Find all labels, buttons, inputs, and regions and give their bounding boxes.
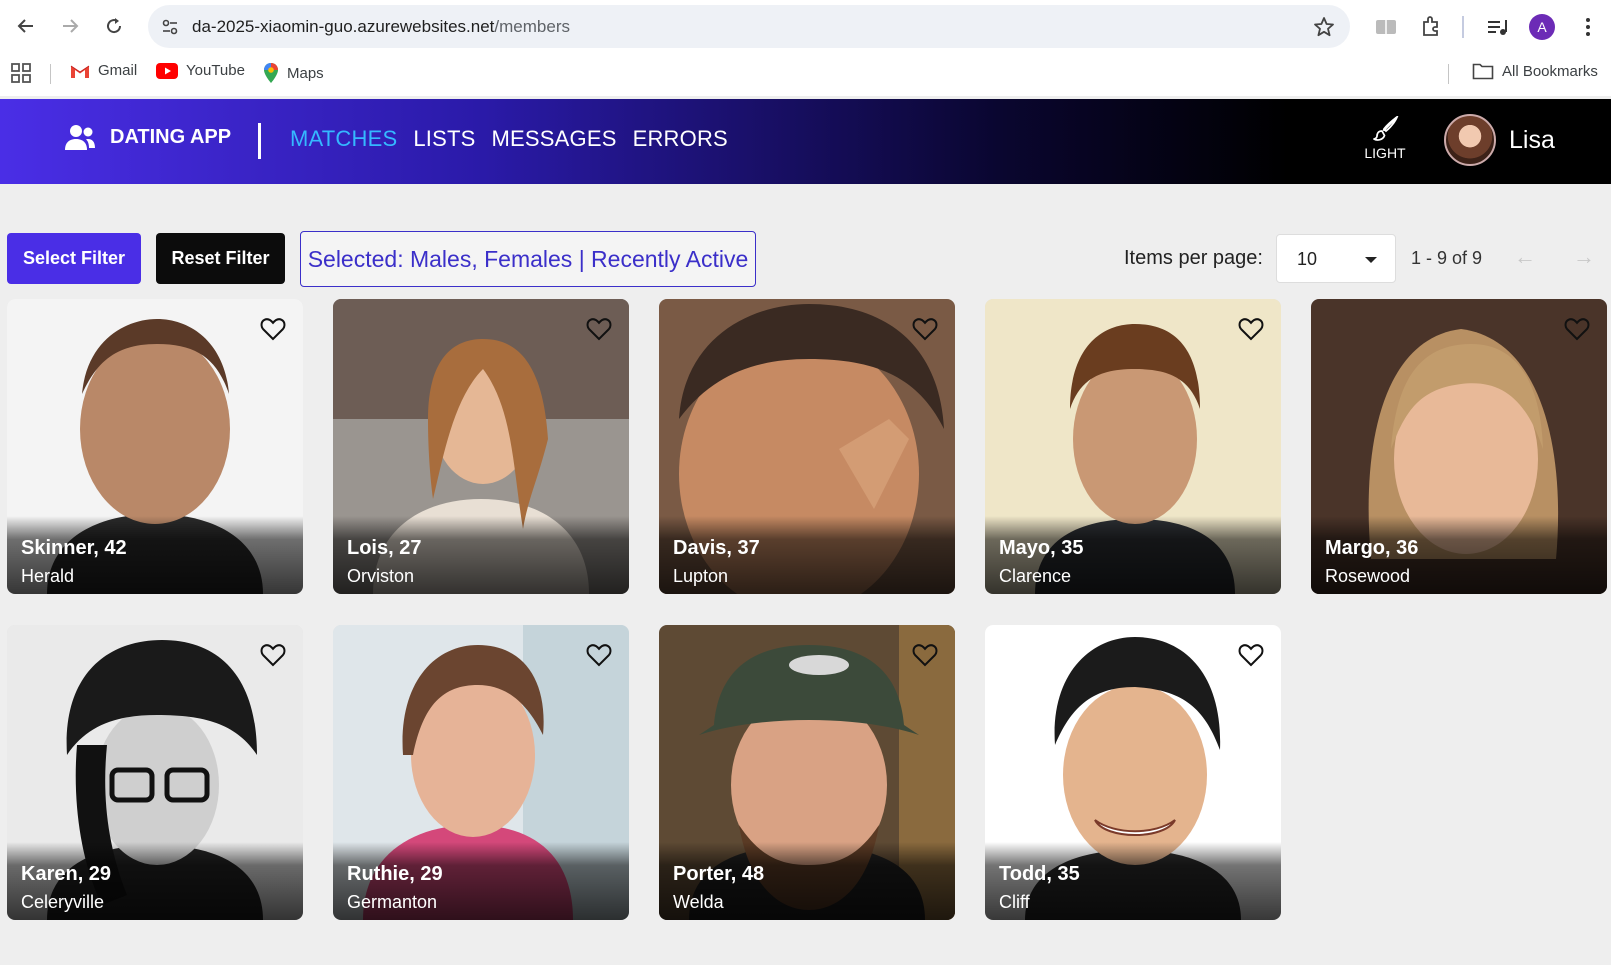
browser-chrome: da-2025-xiaomin-guo.azurewebsites.net/me… bbox=[0, 0, 1611, 96]
user-name[interactable]: Lisa bbox=[1509, 126, 1555, 155]
heart-icon[interactable] bbox=[911, 315, 939, 343]
theme-label: LIGHT bbox=[1364, 145, 1406, 161]
heart-icon[interactable] bbox=[1237, 315, 1265, 343]
profile-avatar[interactable]: A bbox=[1529, 14, 1555, 40]
paintbrush-icon bbox=[1373, 116, 1399, 141]
url-host: da-2025-xiaomin-guo.azurewebsites.net bbox=[192, 17, 495, 36]
more-menu-icon[interactable] bbox=[1575, 14, 1601, 40]
toolbar-divider bbox=[1462, 16, 1464, 38]
member-card[interactable]: Davis, 37 Lupton bbox=[659, 299, 955, 594]
bookmark-maps[interactable]: Maps bbox=[263, 62, 324, 84]
member-city: Celeryville bbox=[21, 892, 105, 912]
select-filter-button[interactable]: Select Filter bbox=[7, 233, 141, 284]
member-city: Lupton bbox=[673, 566, 729, 586]
main-nav: MATCHES LISTS MESSAGES ERRORS bbox=[290, 126, 728, 152]
selected-filter-summary: Selected: Males, Females | Recently Acti… bbox=[300, 231, 756, 287]
all-bookmarks-label: All Bookmarks bbox=[1502, 62, 1598, 80]
brand-link[interactable]: DATING APP bbox=[64, 123, 231, 151]
media-control-icon[interactable] bbox=[1484, 14, 1510, 40]
caret-down-icon bbox=[1365, 257, 1377, 263]
gmail-icon bbox=[70, 65, 90, 78]
bookmark-star-icon[interactable] bbox=[1312, 15, 1336, 39]
member-card[interactable]: Porter, 48 Welda bbox=[659, 625, 955, 920]
member-card[interactable]: Karen, 29 Celeryville bbox=[7, 625, 303, 920]
brand-divider bbox=[258, 123, 261, 159]
site-info-icon[interactable] bbox=[160, 17, 180, 37]
nav-errors[interactable]: ERRORS bbox=[633, 126, 728, 152]
heart-icon[interactable] bbox=[1563, 315, 1591, 343]
reload-icon[interactable] bbox=[98, 10, 130, 42]
bookmarks-divider bbox=[50, 64, 51, 84]
bookmark-label: Gmail bbox=[98, 62, 138, 79]
nav-matches[interactable]: MATCHES bbox=[290, 126, 397, 152]
member-name: Margo, 36 bbox=[1325, 537, 1419, 559]
forward-icon[interactable] bbox=[54, 10, 86, 42]
all-bookmarks[interactable]: All Bookmarks bbox=[1472, 62, 1598, 80]
app-navbar: DATING APP MATCHES LISTS MESSAGES ERRORS… bbox=[0, 99, 1611, 184]
theme-toggle-button[interactable]: LIGHT bbox=[1360, 116, 1410, 161]
next-page-button[interactable]: → bbox=[1573, 244, 1595, 270]
member-name: Karen, 29 bbox=[21, 863, 112, 885]
member-name: Lois, 27 bbox=[347, 537, 422, 559]
folder-icon bbox=[1472, 63, 1494, 80]
member-city: Cliff bbox=[999, 892, 1030, 912]
address-bar[interactable]: da-2025-xiaomin-guo.azurewebsites.net/me… bbox=[148, 5, 1350, 48]
youtube-icon bbox=[156, 62, 178, 79]
member-city: Welda bbox=[673, 892, 724, 912]
bookmarks-bar: Gmail YouTube Maps All Bookmarks bbox=[0, 52, 1611, 94]
member-name: Todd, 35 bbox=[999, 863, 1080, 885]
member-name: Davis, 37 bbox=[673, 537, 760, 559]
reset-filter-button[interactable]: Reset Filter bbox=[156, 233, 285, 284]
member-name: Mayo, 35 bbox=[999, 537, 1084, 559]
heart-icon[interactable] bbox=[259, 641, 287, 669]
prev-page-button[interactable]: ← bbox=[1514, 244, 1536, 270]
member-city: Clarence bbox=[999, 566, 1072, 586]
extensions-icon[interactable] bbox=[1418, 14, 1444, 40]
reading-mode-icon[interactable] bbox=[1373, 14, 1399, 40]
maps-icon bbox=[264, 63, 278, 83]
bookmark-youtube[interactable]: YouTube bbox=[156, 62, 245, 79]
member-card[interactable]: Margo, 36 Rosewood bbox=[1311, 299, 1607, 594]
heart-icon[interactable] bbox=[585, 315, 613, 343]
heart-icon[interactable] bbox=[911, 641, 939, 669]
member-city: Orviston bbox=[347, 566, 415, 586]
nav-lists[interactable]: LISTS bbox=[413, 126, 475, 152]
heart-icon[interactable] bbox=[585, 641, 613, 669]
member-card[interactable]: Lois, 27 Orviston bbox=[333, 299, 629, 594]
items-per-page-select[interactable]: 10 bbox=[1276, 234, 1396, 283]
items-per-page-value: 10 bbox=[1297, 249, 1318, 269]
member-city: Herald bbox=[21, 566, 75, 586]
pagination-range: 1 - 9 of 9 bbox=[1411, 248, 1483, 268]
member-city: Germanton bbox=[347, 892, 438, 912]
member-card[interactable]: Ruthie, 29 Germanton bbox=[333, 625, 629, 920]
items-per-page-label: Items per page: bbox=[1124, 247, 1263, 269]
member-card[interactable]: Todd, 35 Cliff bbox=[985, 625, 1281, 920]
member-card[interactable]: Mayo, 35 Clarence bbox=[985, 299, 1281, 594]
bookmark-label: Maps bbox=[287, 64, 324, 82]
bookmark-gmail[interactable]: Gmail bbox=[70, 62, 137, 79]
brand-title: DATING APP bbox=[110, 125, 232, 148]
member-name: Skinner, 42 bbox=[21, 537, 127, 559]
nav-messages[interactable]: MESSAGES bbox=[491, 126, 616, 152]
member-name: Porter, 48 bbox=[673, 863, 765, 885]
url-text: da-2025-xiaomin-guo.azurewebsites.net/me… bbox=[192, 17, 570, 37]
bookmarks-divider bbox=[1448, 64, 1449, 84]
user-avatar[interactable] bbox=[1444, 114, 1496, 166]
back-icon[interactable] bbox=[10, 10, 42, 42]
heart-icon[interactable] bbox=[259, 315, 287, 343]
heart-icon[interactable] bbox=[1237, 641, 1265, 669]
users-icon bbox=[65, 125, 95, 150]
url-path: /members bbox=[494, 17, 570, 36]
member-name: Ruthie, 29 bbox=[347, 863, 443, 885]
bookmark-label: YouTube bbox=[186, 62, 245, 79]
member-city: Rosewood bbox=[1325, 566, 1411, 586]
apps-grid-icon[interactable] bbox=[10, 62, 32, 84]
member-card[interactable]: Skinner, 42 Herald bbox=[7, 299, 303, 594]
